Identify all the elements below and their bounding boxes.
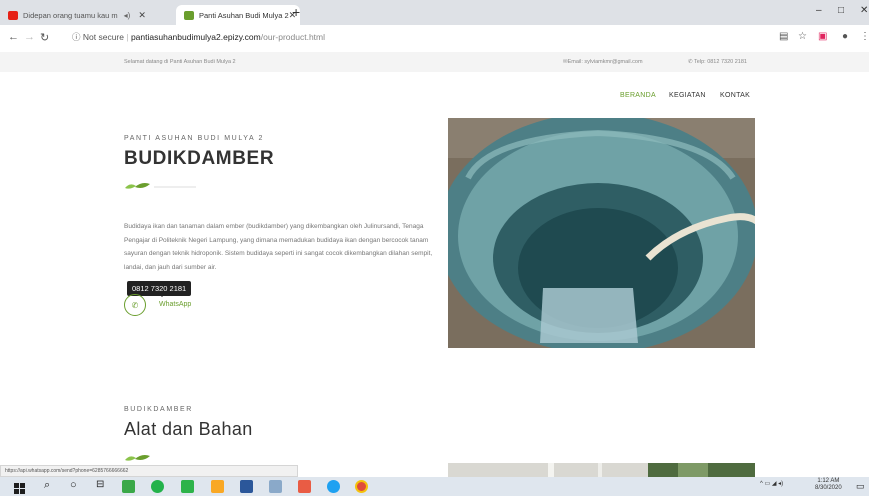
edge-icon[interactable]: [327, 480, 340, 493]
section-title: Alat dan Bahan: [124, 419, 253, 439]
chrome-icon[interactable]: [355, 480, 368, 493]
bookmark-star-icon[interactable]: ☆: [798, 31, 807, 42]
speaker-icon: ◂): [123, 10, 131, 20]
menu-icon[interactable]: ⋮: [860, 31, 869, 42]
maximize-icon[interactable]: □: [838, 5, 844, 16]
system-tray-icons[interactable]: ^ ▭ ◢ ◂): [760, 480, 783, 487]
close-tab-icon[interactable]: ✕: [138, 10, 146, 21]
leaf-divider-icon: [124, 178, 199, 196]
url-host: pantiasuhanbudimulya2.epizy.com: [130, 32, 261, 42]
search-icon[interactable]: ⌕: [44, 479, 50, 492]
profile-icon[interactable]: ●: [842, 31, 848, 42]
youtube-favicon-icon: [8, 10, 18, 20]
translate-icon[interactable]: ▤: [779, 31, 788, 42]
status-bar-url: https://api.whatsapp.com/send?phone=6285…: [0, 465, 298, 477]
notification-icon[interactable]: ▭: [856, 481, 865, 492]
extension-icon[interactable]: ▣: [818, 31, 827, 42]
tab-label: Didepan orang tuamu kau m: [23, 10, 118, 20]
tab-panti-asuhan[interactable]: Panti Asuhan Budi Mulya 2 ✕: [176, 5, 300, 25]
page-title: BUDIKDAMBER: [124, 148, 275, 169]
minimize-icon[interactable]: –: [816, 5, 822, 16]
whatsapp-link[interactable]: WhatsApp: [159, 301, 191, 308]
info-icon: ⓘ: [72, 32, 81, 42]
nav-kegiatan[interactable]: KEGIATAN: [669, 92, 706, 99]
clock[interactable]: 1:12 AM 8/30/2020: [815, 478, 842, 492]
tooltip-arrow: [158, 293, 166, 297]
new-tab-icon[interactable]: +: [292, 5, 300, 19]
cortana-icon[interactable]: ○: [70, 479, 77, 491]
explorer-icon[interactable]: [269, 480, 282, 493]
mail-app-icon[interactable]: [298, 480, 311, 493]
phone-contact[interactable]: ✆ Telp: 0812 7320 2181: [688, 59, 747, 65]
address-bar[interactable]: ⓘ Not secure | pantiasuhanbudimulya2.epi…: [72, 31, 325, 43]
windows-start-icon[interactable]: [14, 481, 25, 499]
tab-youtube[interactable]: Didepan orang tuamu kau m ◂) ✕: [8, 5, 178, 25]
reload-icon[interactable]: ↻: [40, 31, 49, 44]
phone-icon: ✆: [688, 59, 693, 65]
nav-beranda[interactable]: BERANDA: [620, 92, 656, 99]
task-view-icon[interactable]: ⊟: [96, 479, 104, 490]
section-eyebrow: BUDIKDAMBER: [124, 406, 193, 413]
site-favicon-icon: [184, 10, 194, 20]
welcome-text: Selamat datang di Panti Asuhan Budi Muly…: [124, 59, 236, 65]
bucket-photo: [448, 118, 755, 348]
sublime-icon[interactable]: [211, 480, 224, 493]
close-window-icon[interactable]: ✕: [860, 5, 868, 16]
description-paragraph: Budidaya ikan dan tanaman dalam ember (b…: [124, 223, 433, 271]
back-icon[interactable]: ←: [8, 31, 19, 43]
app-icon[interactable]: [181, 480, 194, 493]
word-icon[interactable]: [240, 480, 253, 493]
url-path: /our-product.html: [260, 32, 325, 42]
materials-photo: [448, 463, 755, 477]
tab-label: Panti Asuhan Budi Mulya 2: [199, 10, 289, 20]
forward-icon[interactable]: →: [24, 31, 35, 43]
security-label: Not secure: [82, 32, 124, 42]
store-icon[interactable]: [122, 480, 135, 493]
whatsapp-icon[interactable]: ✆: [124, 294, 146, 316]
email-contact[interactable]: ✉Email: sylviamkmr@gmail.com: [563, 59, 643, 65]
section-eyebrow: PANTI ASUHAN BUDI MULYA 2: [124, 135, 264, 142]
skype-icon[interactable]: [151, 480, 164, 493]
nav-kontak[interactable]: KONTAK: [720, 92, 750, 99]
